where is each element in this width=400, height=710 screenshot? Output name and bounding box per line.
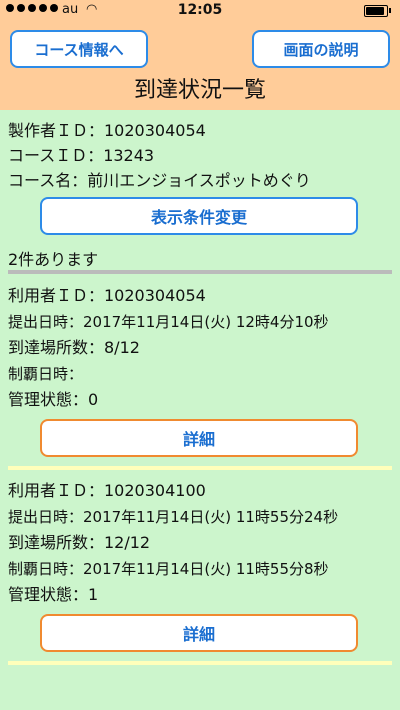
- header: コース情報へ 画面の説明 到達状況一覧: [0, 20, 400, 110]
- divider: [8, 661, 392, 665]
- clock: 12:05: [177, 2, 223, 18]
- conquered-at: 制覇日時：2017年11月14日(火) 11時55分8秒: [8, 560, 329, 578]
- list-item: 利用者ＩＤ：1020304100 提出日時：2017年11月14日(火) 11時…: [8, 478, 392, 608]
- course-info: 製作者ＩＤ：1020304054 コースＩＤ：13243 コース名：前川エンジョ…: [8, 118, 311, 193]
- list-item: 利用者ＩＤ：1020304054 提出日時：2017年11月14日(火) 12時…: [8, 283, 392, 413]
- creator-id: 製作者ＩＤ：1020304054: [8, 121, 206, 140]
- detail-button[interactable]: 詳細: [40, 614, 358, 652]
- management-status: 管理状態：1: [8, 585, 99, 604]
- divider: [8, 270, 392, 274]
- detail-button[interactable]: 詳細: [40, 419, 358, 457]
- submitted-at: 提出日時：2017年11月14日(火) 12時4分10秒: [8, 313, 329, 331]
- divider: [8, 466, 392, 470]
- reached-count: 到達場所数：8/12: [8, 338, 140, 357]
- page-title: 到達状況一覧: [133, 78, 266, 103]
- submitted-at: 提出日時：2017年11月14日(火) 11時55分24秒: [8, 508, 339, 526]
- result-count: 2件あります: [8, 250, 99, 269]
- screen-help-button[interactable]: 画面の説明: [252, 30, 390, 68]
- status-bar: au ◠ 12:05: [0, 0, 400, 20]
- course-id: コースＩＤ：13243: [8, 146, 155, 165]
- battery-icon: [364, 5, 391, 17]
- reached-count: 到達場所数：12/12: [8, 533, 151, 552]
- course-name: コース名：前川エンジョイスポットめぐり: [8, 171, 311, 190]
- user-id: 利用者ＩＤ：1020304054: [8, 286, 206, 305]
- change-display-conditions-button[interactable]: 表示条件変更: [40, 197, 358, 235]
- user-id: 利用者ＩＤ：1020304100: [8, 481, 206, 500]
- course-info-button[interactable]: コース情報へ: [10, 30, 148, 68]
- conquered-at: 制覇日時：: [8, 365, 84, 383]
- management-status: 管理状態：0: [8, 390, 99, 409]
